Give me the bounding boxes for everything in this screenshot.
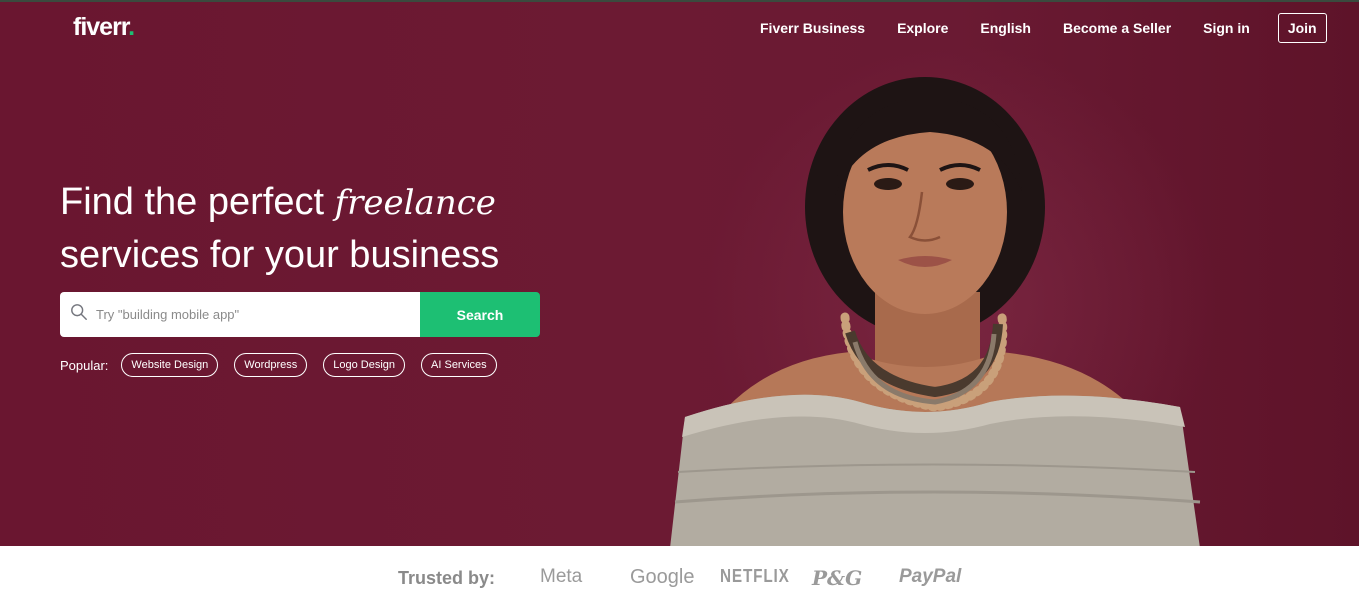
search-icon	[70, 303, 88, 326]
brand-meta-logo: Meta	[540, 566, 583, 587]
search-input[interactable]	[96, 307, 396, 322]
nav-sign-in[interactable]: Sign in	[1203, 20, 1250, 36]
trusted-by-label: Trusted by:	[398, 568, 496, 588]
nav-fiverr-business[interactable]: Fiverr Business	[760, 20, 865, 36]
search-bar: Search	[60, 292, 540, 337]
join-button[interactable]: Join	[1277, 13, 1327, 43]
search-button[interactable]: Search	[420, 292, 540, 337]
fiverr-logo[interactable]: fiverr.	[73, 13, 135, 42]
popular-tag-website-design[interactable]: Website Design	[121, 353, 219, 377]
headline-part2: services for your business	[60, 234, 500, 276]
search-field-container[interactable]	[60, 292, 420, 337]
logo-dot: .	[128, 13, 135, 41]
logo-text: fiverr	[73, 13, 129, 41]
trusted-by-bar: Trusted by: Meta Google NETFLIX P&G PayP…	[0, 546, 1359, 600]
hero-section: fiverr. Fiverr Business Explore English …	[0, 2, 1359, 546]
headline-part1: Find the perfect	[60, 181, 335, 223]
popular-tag-ai-services[interactable]: AI Services	[421, 353, 497, 377]
popular-tag-wordpress[interactable]: Wordpress	[234, 353, 308, 377]
nav-become-seller[interactable]: Become a Seller	[1063, 20, 1171, 36]
popular-tags: Popular: Website Design Wordpress Logo D…	[60, 353, 513, 377]
popular-label: Popular:	[60, 357, 109, 373]
brand-netflix-logo: NETFLIX	[720, 566, 790, 586]
headline-italic: freelance	[334, 183, 496, 223]
hero-headline: Find the perfect freelance services for …	[60, 176, 620, 281]
brand-paypal-logo: PayPal	[899, 566, 962, 587]
brand-pg-logo: P&G	[812, 566, 863, 590]
hero-portrait-image	[670, 77, 1201, 546]
nav-explore[interactable]: Explore	[897, 20, 948, 36]
nav-language[interactable]: English	[980, 20, 1031, 36]
popular-tag-logo-design[interactable]: Logo Design	[323, 353, 406, 377]
brand-google-logo: Google	[630, 566, 695, 588]
top-nav: Fiverr Business Explore English Become a…	[760, 13, 1327, 43]
